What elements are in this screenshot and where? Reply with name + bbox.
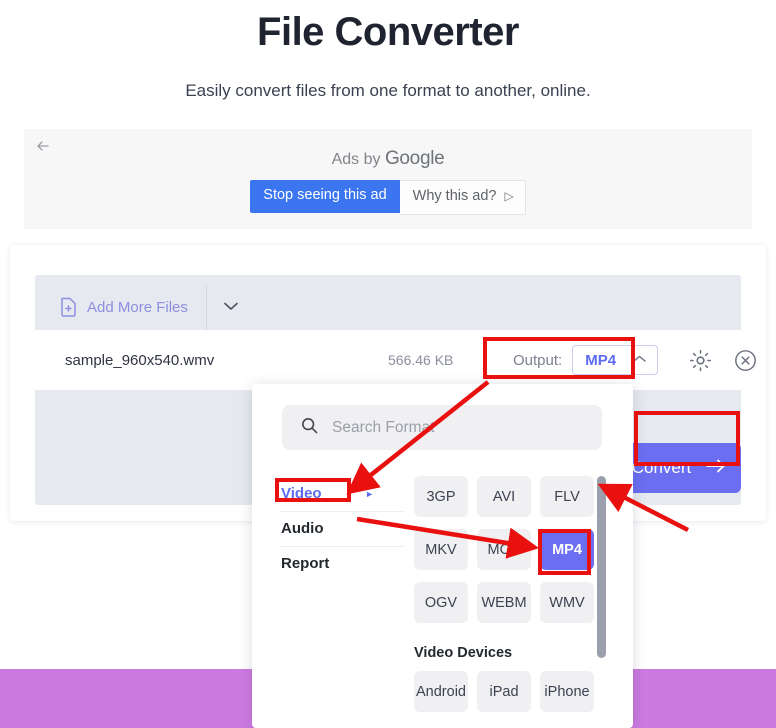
format-category-video[interactable]: Video ► — [279, 477, 404, 512]
convert-label: Convert — [631, 458, 692, 477]
stop-seeing-ad-button[interactable]: Stop seeing this ad — [250, 180, 400, 213]
close-circle-icon[interactable] — [733, 348, 758, 373]
add-more-files-group: Add More Files — [45, 285, 255, 330]
device-option-android[interactable]: Android — [414, 671, 468, 712]
chevron-down-icon — [222, 300, 240, 315]
output-label: Output: — [513, 351, 563, 369]
format-option-avi[interactable]: AVI — [477, 476, 531, 517]
format-options-area: 3GP AVI FLV MKV MOV MP4 OGV WEBM WMV Vid… — [414, 476, 604, 712]
video-format-grid: 3GP AVI FLV MKV MOV MP4 OGV WEBM WMV — [414, 476, 604, 623]
output-format-value: MP4 — [585, 351, 617, 369]
format-category-audio-label: Audio — [281, 520, 324, 537]
video-devices-title: Video Devices — [414, 645, 513, 661]
format-option-wmv[interactable]: WMV — [540, 582, 594, 623]
why-this-ad-label: Why this ad? — [412, 188, 497, 204]
device-option-ipad[interactable]: iPad — [477, 671, 531, 712]
page-subtitle: Easily convert files from one format to … — [185, 81, 591, 100]
chevron-right-icon: ► — [365, 488, 374, 499]
arrow-right-icon — [705, 458, 727, 479]
search-icon — [300, 416, 319, 440]
chevron-up-icon — [632, 351, 647, 369]
format-option-mkv[interactable]: MKV — [414, 529, 468, 570]
format-option-mp4[interactable]: MP4 — [540, 529, 594, 570]
page-root: File Converter Easily convert files from… — [0, 0, 776, 728]
ads-by-text: Ads by — [331, 151, 385, 168]
format-category-list: Video ► Audio Report — [279, 477, 404, 581]
format-dropdown-panel: Video ► Audio Report 3GP AVI FLV MKV MOV… — [252, 384, 633, 728]
format-option-ogv[interactable]: OGV — [414, 582, 468, 623]
format-option-mov[interactable]: MOV — [477, 529, 531, 570]
table-row: sample_960x540.wmv 566.46 KB Output: MP4 — [35, 330, 756, 390]
add-more-files-button[interactable]: Add More Files — [45, 285, 206, 330]
search-format-box[interactable] — [282, 405, 602, 450]
format-category-report[interactable]: Report — [279, 547, 404, 581]
format-option-flv[interactable]: FLV — [540, 476, 594, 517]
ad-button-group: Stop seeing this ad Why this ad? ▷ — [24, 180, 752, 215]
format-category-video-label: Video — [281, 485, 322, 502]
format-category-report-label: Report — [281, 555, 330, 572]
file-add-icon — [59, 296, 78, 320]
play-triangle-icon: ▷ — [504, 189, 514, 204]
add-more-files-label: Add More Files — [87, 299, 188, 316]
output-format-group: Output: MP4 — [513, 345, 659, 375]
ad-banner: Ads by Google Stop seeing this ad Why th… — [24, 129, 752, 229]
google-wordmark: Google — [384, 148, 445, 169]
ads-by-google-label: Ads by Google — [24, 148, 752, 170]
format-category-audio[interactable]: Audio — [279, 512, 404, 547]
format-option-webm[interactable]: WEBM — [477, 582, 531, 623]
dropdown-scrollbar[interactable] — [597, 476, 606, 658]
page-title: File Converter — [257, 10, 519, 54]
video-devices-grid: Android iPad iPhone — [414, 671, 604, 712]
file-size: 566.46 KB — [388, 352, 454, 368]
why-this-ad-button[interactable]: Why this ad? ▷ — [399, 180, 526, 215]
format-option-3gp[interactable]: 3GP — [414, 476, 468, 517]
convert-button[interactable]: Convert — [618, 443, 741, 493]
search-input[interactable] — [332, 418, 582, 437]
file-name: sample_960x540.wmv — [65, 351, 215, 369]
gear-icon[interactable] — [688, 348, 713, 373]
device-option-iphone[interactable]: iPhone — [540, 671, 594, 712]
output-format-select[interactable]: MP4 — [572, 345, 659, 375]
add-more-files-dropdown-button[interactable] — [206, 285, 255, 330]
